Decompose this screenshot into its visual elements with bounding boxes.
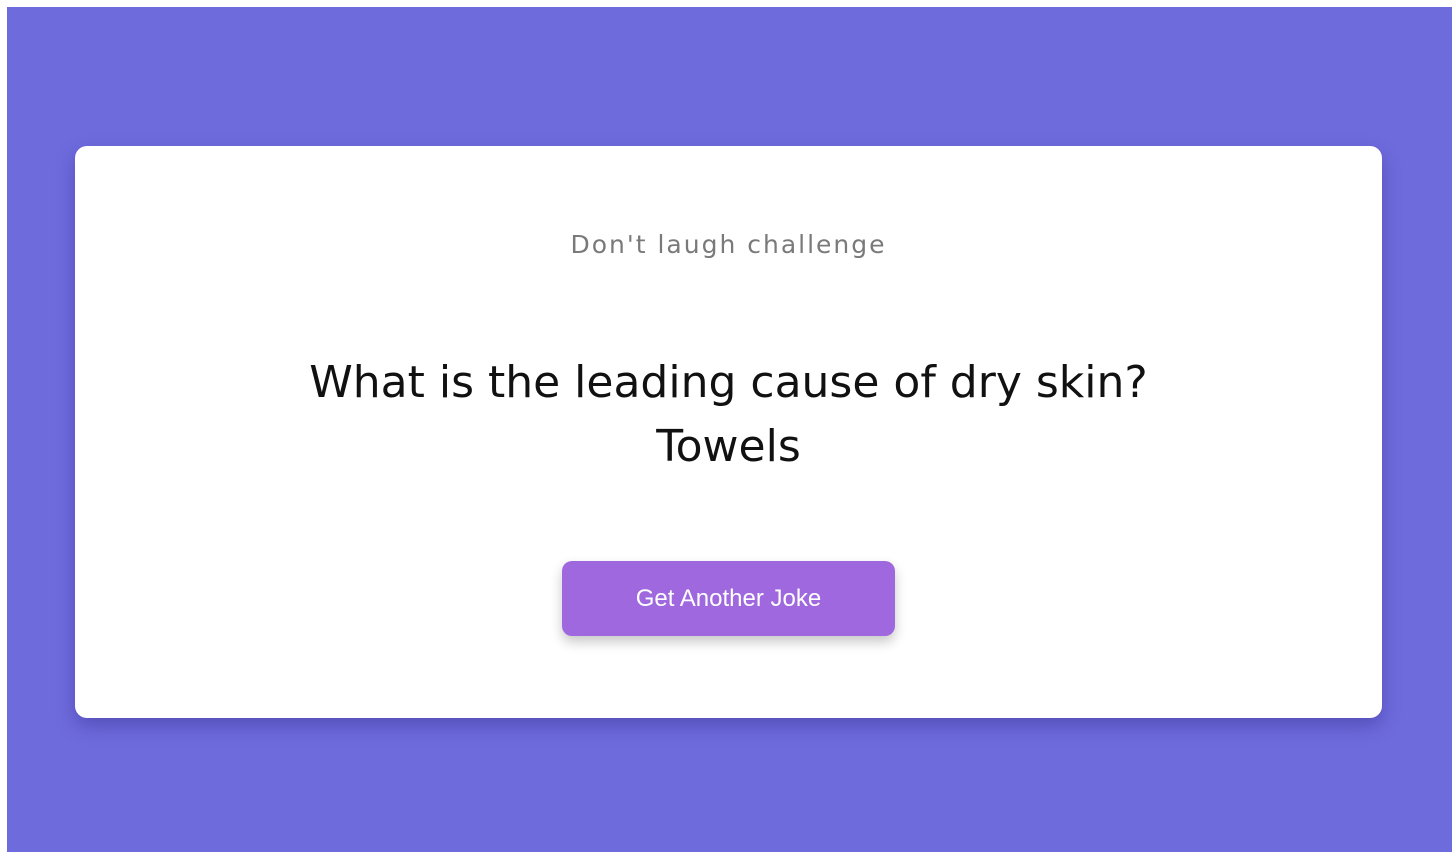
joke-question: What is the leading cause of dry skin? [309, 357, 1148, 408]
joke-answer: Towels [656, 421, 801, 472]
get-another-joke-button[interactable]: Get Another Joke [562, 561, 895, 636]
joke-card: Don't laugh challenge What is the leadin… [75, 146, 1382, 718]
page-background: Don't laugh challenge What is the leadin… [7, 7, 1452, 852]
page-subtitle: Don't laugh challenge [570, 230, 887, 259]
joke-text: What is the leading cause of dry skin? T… [225, 351, 1232, 479]
